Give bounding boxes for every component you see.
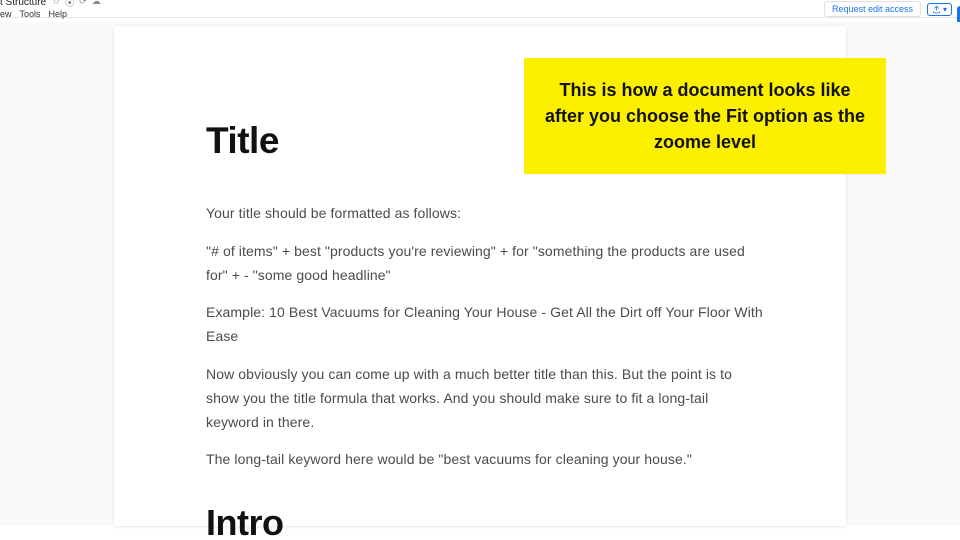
cloud-icon[interactable]: ☁ (92, 0, 101, 9)
menu-view[interactable]: ew (0, 9, 12, 21)
share-button[interactable]: ▾ (927, 3, 952, 16)
body-paragraph[interactable]: Now obviously you can come up with a muc… (206, 363, 764, 434)
menu-help[interactable]: Help (49, 9, 68, 21)
body-paragraph[interactable]: "# of items" + best "products you're rev… (206, 240, 764, 288)
body-paragraph[interactable]: Your title should be formatted as follow… (206, 202, 764, 226)
menu-bar: ew Tools Help (0, 9, 101, 23)
move-icon[interactable]: ⦿ (65, 0, 74, 9)
history-icon[interactable]: ⟳ (79, 0, 87, 9)
chevron-down-icon: ▾ (943, 5, 947, 14)
document-title[interactable]: t Structure (0, 0, 46, 8)
body-paragraph[interactable]: The long-tail keyword here would be "bes… (206, 448, 764, 472)
menu-tools[interactable]: Tools (20, 9, 41, 21)
annotation-callout: This is how a document looks like after … (524, 58, 886, 174)
heading-intro[interactable]: Intro (206, 502, 764, 540)
star-icon[interactable]: ☆ (52, 0, 60, 9)
title-bar: t Structure ☆ ⦿ ⟳ ☁ ew Tools Help Reques… (0, 0, 960, 18)
body-paragraph[interactable]: Example: 10 Best Vacuums for Cleaning Yo… (206, 301, 764, 349)
document-workspace: This is how a document looks like after … (0, 22, 960, 526)
toolbar-divider (0, 17, 960, 18)
request-edit-button[interactable]: Request edit access (824, 1, 921, 17)
share-icon (932, 5, 941, 14)
annotation-text: This is how a document looks like after … (544, 77, 866, 155)
